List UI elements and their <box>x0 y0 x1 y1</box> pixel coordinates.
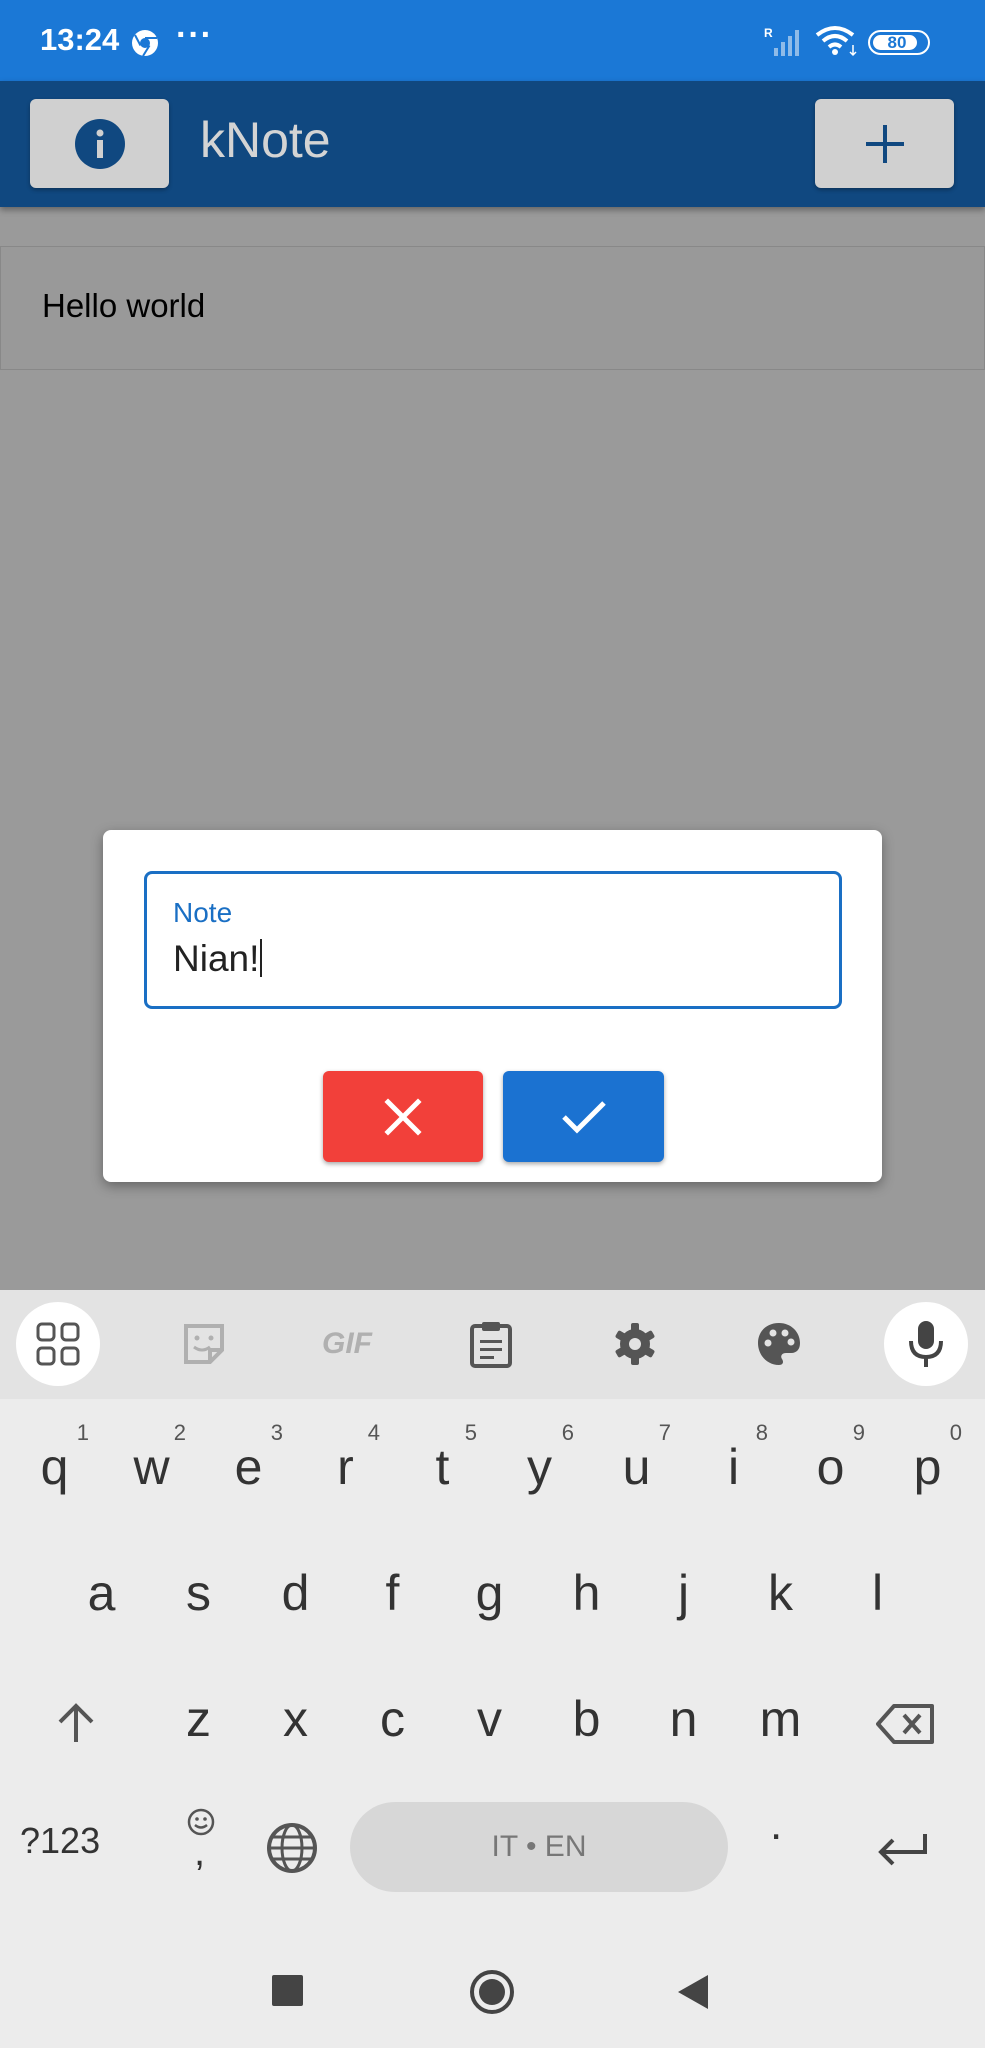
symbols-key[interactable]: ?123 <box>20 1820 100 1862</box>
emoji-comma-key[interactable]: , <box>180 1808 222 1874</box>
key-z[interactable]: z <box>150 1664 247 1774</box>
battery-level: 80 <box>887 33 907 52</box>
key-a[interactable]: a <box>53 1538 150 1648</box>
add-note-button[interactable] <box>815 99 954 188</box>
cancel-button[interactable] <box>323 1071 483 1162</box>
recent-apps-button[interactable] <box>272 1975 303 2006</box>
palette-icon[interactable] <box>737 1302 821 1386</box>
note-input-label: Note <box>173 897 233 928</box>
key-h[interactable]: h <box>538 1538 635 1648</box>
check-icon <box>561 1100 606 1134</box>
key-s[interactable]: s <box>150 1538 247 1648</box>
key-b[interactable]: b <box>538 1664 635 1774</box>
app-title: kNote <box>200 112 331 168</box>
key-l[interactable]: l <box>829 1538 926 1648</box>
shift-key[interactable] <box>52 1700 100 1748</box>
key-j[interactable]: j <box>635 1538 732 1648</box>
key-g[interactable]: g <box>441 1538 538 1648</box>
more-notifications-icon: ··· <box>176 16 213 54</box>
app-bar: kNote <box>0 81 985 207</box>
mic-icon[interactable] <box>884 1302 968 1386</box>
gif-icon[interactable]: GIF <box>305 1302 389 1386</box>
close-icon <box>384 1097 422 1136</box>
key-x[interactable]: x <box>247 1664 344 1774</box>
confirm-button[interactable] <box>503 1071 664 1162</box>
enter-key[interactable] <box>875 1830 931 1870</box>
key-t[interactable]: t5 <box>394 1412 491 1522</box>
key-w[interactable]: w2 <box>103 1412 200 1522</box>
svg-text:R: R <box>764 26 773 40</box>
settings-icon[interactable] <box>593 1302 677 1386</box>
backspace-key[interactable] <box>876 1703 936 1745</box>
apps-icon[interactable] <box>16 1302 100 1386</box>
key-p[interactable]: p0 <box>879 1412 976 1522</box>
key-m[interactable]: m <box>732 1664 829 1774</box>
key-k[interactable]: k <box>732 1538 829 1648</box>
back-button[interactable] <box>676 1973 710 2011</box>
plus-icon <box>865 124 904 163</box>
key-d[interactable]: d <box>247 1538 344 1648</box>
info-button[interactable] <box>30 99 169 188</box>
note-list-item-text: Hello world <box>42 287 206 324</box>
key-c[interactable]: c <box>344 1664 441 1774</box>
comma-label: , <box>194 1830 206 1874</box>
key-q[interactable]: q1 <box>6 1412 103 1522</box>
globe-icon[interactable] <box>266 1822 318 1874</box>
clipboard-icon[interactable] <box>449 1302 533 1386</box>
key-u[interactable]: u7 <box>588 1412 685 1522</box>
chrome-icon <box>132 30 158 57</box>
period-key[interactable]: . <box>770 1800 782 1850</box>
key-e[interactable]: e3 <box>200 1412 297 1522</box>
info-icon <box>74 118 125 169</box>
signal-icon: R <box>764 26 799 56</box>
key-n[interactable]: n <box>635 1664 732 1774</box>
wifi-icon <box>815 26 857 57</box>
key-r[interactable]: r4 <box>297 1412 394 1522</box>
key-y[interactable]: y6 <box>491 1412 588 1522</box>
key-o[interactable]: o9 <box>782 1412 879 1522</box>
key-v[interactable]: v <box>441 1664 538 1774</box>
text-caret <box>260 939 263 977</box>
battery-indicator: 80 <box>868 30 930 55</box>
home-button[interactable] <box>468 1968 516 2016</box>
key-i[interactable]: i8 <box>685 1412 782 1522</box>
sticker-icon[interactable] <box>162 1302 246 1386</box>
key-f[interactable]: f <box>344 1538 441 1648</box>
note-input-value[interactable]: Nian! <box>173 938 263 980</box>
space-key[interactable]: IT • EN <box>350 1802 728 1892</box>
status-time: 13:24 <box>40 22 120 57</box>
